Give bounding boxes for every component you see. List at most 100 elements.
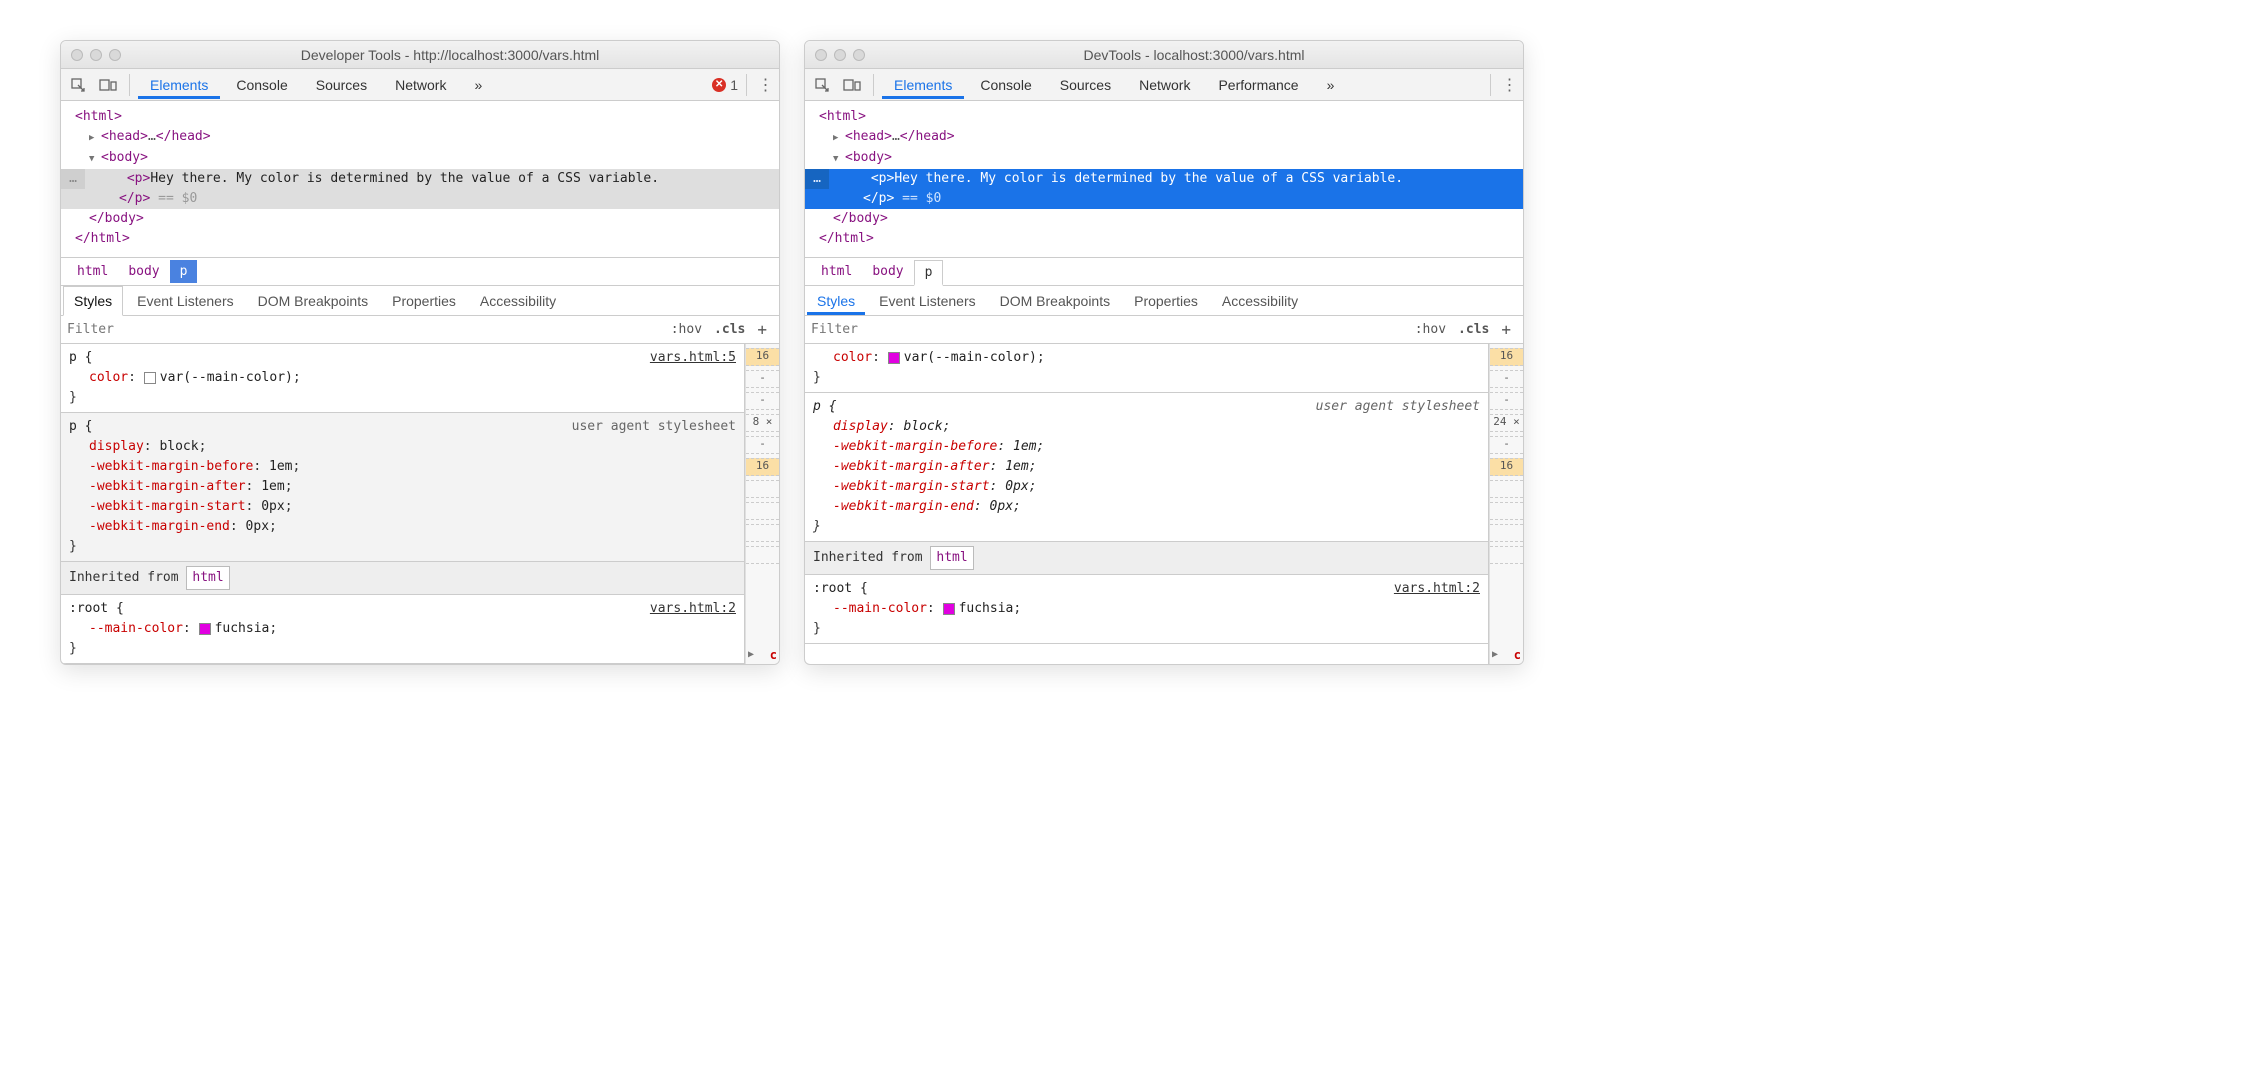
- css-selector[interactable]: :root {: [813, 581, 868, 596]
- dom-node-html[interactable]: <html>: [805, 107, 1523, 127]
- css-declaration[interactable]: display: block;: [813, 417, 1480, 437]
- dom-node-head[interactable]: <head>…</head>: [61, 127, 779, 148]
- main-tab-console[interactable]: Console: [968, 71, 1043, 99]
- expand-icon[interactable]: ▶: [1492, 649, 1498, 660]
- css-declaration[interactable]: -webkit-margin-start: 0px;: [69, 497, 736, 517]
- css-selector[interactable]: p {: [69, 350, 92, 365]
- dom-node-body-close[interactable]: </body>: [61, 209, 779, 229]
- arrow-down-icon[interactable]: [89, 148, 101, 169]
- inherited-tag[interactable]: html: [186, 566, 229, 590]
- dom-node-head[interactable]: <head>…</head>: [805, 127, 1523, 148]
- minimize-dot[interactable]: [834, 49, 846, 61]
- dom-node-html-close[interactable]: </html>: [805, 229, 1523, 249]
- device-toggle-icon[interactable]: [839, 72, 865, 98]
- breadcrumb-p[interactable]: p: [170, 260, 198, 283]
- main-tab-console[interactable]: Console: [224, 71, 299, 99]
- close-dot[interactable]: [71, 49, 83, 61]
- main-tab-network[interactable]: Network: [1127, 71, 1202, 99]
- titlebar: DevTools - localhost:3000/vars.html: [805, 41, 1523, 69]
- metrics-gutter: 16--24 ×-16▶c: [1489, 344, 1523, 664]
- arrow-down-icon[interactable]: [833, 148, 845, 169]
- styles-tab-accessibility[interactable]: Accessibility: [1212, 287, 1308, 315]
- filter-input[interactable]: [67, 322, 665, 337]
- breadcrumb-html[interactable]: html: [67, 260, 118, 283]
- rule-origin[interactable]: vars.html:2: [1394, 579, 1480, 599]
- breadcrumb-body[interactable]: body: [118, 260, 169, 283]
- css-declaration[interactable]: -webkit-margin-start: 0px;: [813, 477, 1480, 497]
- breadcrumb-html[interactable]: html: [811, 260, 862, 283]
- arrow-right-icon[interactable]: [833, 127, 845, 148]
- css-declaration[interactable]: -webkit-margin-before: 1em;: [813, 437, 1480, 457]
- main-tab-performance[interactable]: Performance: [1206, 71, 1310, 99]
- hov-button[interactable]: :hov: [1409, 322, 1452, 337]
- css-declaration[interactable]: color: var(--main-color);: [69, 368, 736, 388]
- device-toggle-icon[interactable]: [95, 72, 121, 98]
- minimize-dot[interactable]: [90, 49, 102, 61]
- add-rule-icon[interactable]: +: [1495, 320, 1517, 339]
- css-selector[interactable]: :root {: [69, 601, 124, 616]
- kebab-menu-icon[interactable]: ⋮: [755, 75, 775, 95]
- tabs-overflow-icon[interactable]: »: [462, 71, 494, 99]
- css-declaration[interactable]: -webkit-margin-after: 1em;: [69, 477, 736, 497]
- styles-tab-event listeners[interactable]: Event Listeners: [869, 287, 986, 315]
- breadcrumb-p[interactable]: p: [914, 260, 944, 286]
- main-tab-network[interactable]: Network: [383, 71, 458, 99]
- rule-origin[interactable]: vars.html:2: [650, 599, 736, 619]
- styles-tab-event listeners[interactable]: Event Listeners: [127, 287, 244, 315]
- color-swatch[interactable]: [888, 352, 900, 364]
- error-badge[interactable]: ✕ 1: [712, 77, 738, 93]
- tabs-overflow-icon[interactable]: »: [1315, 71, 1347, 99]
- color-swatch[interactable]: [943, 603, 955, 615]
- dom-node-body[interactable]: <body>: [61, 148, 779, 169]
- inspect-icon[interactable]: [809, 72, 835, 98]
- styles-tab-styles[interactable]: Styles: [63, 286, 123, 316]
- css-declaration[interactable]: -webkit-margin-after: 1em;: [813, 457, 1480, 477]
- breadcrumb-body[interactable]: body: [862, 260, 913, 283]
- cls-button[interactable]: .cls: [708, 322, 751, 337]
- dom-node-p-selected[interactable]: … <p>Hey there. My color is determined b…: [805, 169, 1523, 209]
- dom-node-html[interactable]: <html>: [61, 107, 779, 127]
- css-declaration[interactable]: --main-color: fuchsia;: [69, 619, 736, 639]
- hov-button[interactable]: :hov: [665, 322, 708, 337]
- dom-node-body[interactable]: <body>: [805, 148, 1523, 169]
- css-declaration[interactable]: -webkit-margin-end: 0px;: [69, 517, 736, 537]
- filter-input[interactable]: [811, 322, 1409, 337]
- css-declaration[interactable]: display: block;: [69, 437, 736, 457]
- styles-tab-dom breakpoints[interactable]: DOM Breakpoints: [248, 287, 378, 315]
- css-selector[interactable]: p {: [813, 399, 836, 414]
- css-declaration[interactable]: --main-color: fuchsia;: [813, 599, 1480, 619]
- traffic-lights[interactable]: [71, 49, 121, 61]
- add-rule-icon[interactable]: +: [751, 320, 773, 339]
- color-swatch[interactable]: [199, 623, 211, 635]
- dom-node-body-close[interactable]: </body>: [805, 209, 1523, 229]
- inspect-icon[interactable]: [65, 72, 91, 98]
- arrow-right-icon[interactable]: [89, 127, 101, 148]
- css-selector[interactable]: p {: [69, 419, 92, 434]
- dom-tree[interactable]: <html> <head>…</head> <body> … <p>Hey th…: [61, 101, 779, 258]
- dom-node-html-close[interactable]: </html>: [61, 229, 779, 249]
- rule-origin[interactable]: vars.html:5: [650, 348, 736, 368]
- css-declaration[interactable]: color: var(--main-color);: [813, 348, 1480, 368]
- styles-tab-accessibility[interactable]: Accessibility: [470, 287, 566, 315]
- styles-tab-dom breakpoints[interactable]: DOM Breakpoints: [990, 287, 1120, 315]
- dom-node-p-selected[interactable]: … <p>Hey there. My color is determined b…: [61, 169, 779, 209]
- main-tab-elements[interactable]: Elements: [882, 71, 964, 99]
- styles-tab-properties[interactable]: Properties: [382, 287, 466, 315]
- styles-tab-styles[interactable]: Styles: [807, 287, 865, 315]
- main-tab-elements[interactable]: Elements: [138, 71, 220, 99]
- inherited-tag[interactable]: html: [930, 546, 973, 570]
- css-declaration[interactable]: -webkit-margin-end: 0px;: [813, 497, 1480, 517]
- close-dot[interactable]: [815, 49, 827, 61]
- kebab-menu-icon[interactable]: ⋮: [1499, 75, 1519, 95]
- css-declaration[interactable]: -webkit-margin-before: 1em;: [69, 457, 736, 477]
- zoom-dot[interactable]: [109, 49, 121, 61]
- dom-tree[interactable]: <html> <head>…</head> <body> … <p>Hey th…: [805, 101, 1523, 258]
- styles-tab-properties[interactable]: Properties: [1124, 287, 1208, 315]
- zoom-dot[interactable]: [853, 49, 865, 61]
- cls-button[interactable]: .cls: [1452, 322, 1495, 337]
- main-tab-sources[interactable]: Sources: [304, 71, 379, 99]
- traffic-lights[interactable]: [815, 49, 865, 61]
- expand-icon[interactable]: ▶: [748, 649, 754, 660]
- main-tab-sources[interactable]: Sources: [1048, 71, 1123, 99]
- color-swatch[interactable]: [144, 372, 156, 384]
